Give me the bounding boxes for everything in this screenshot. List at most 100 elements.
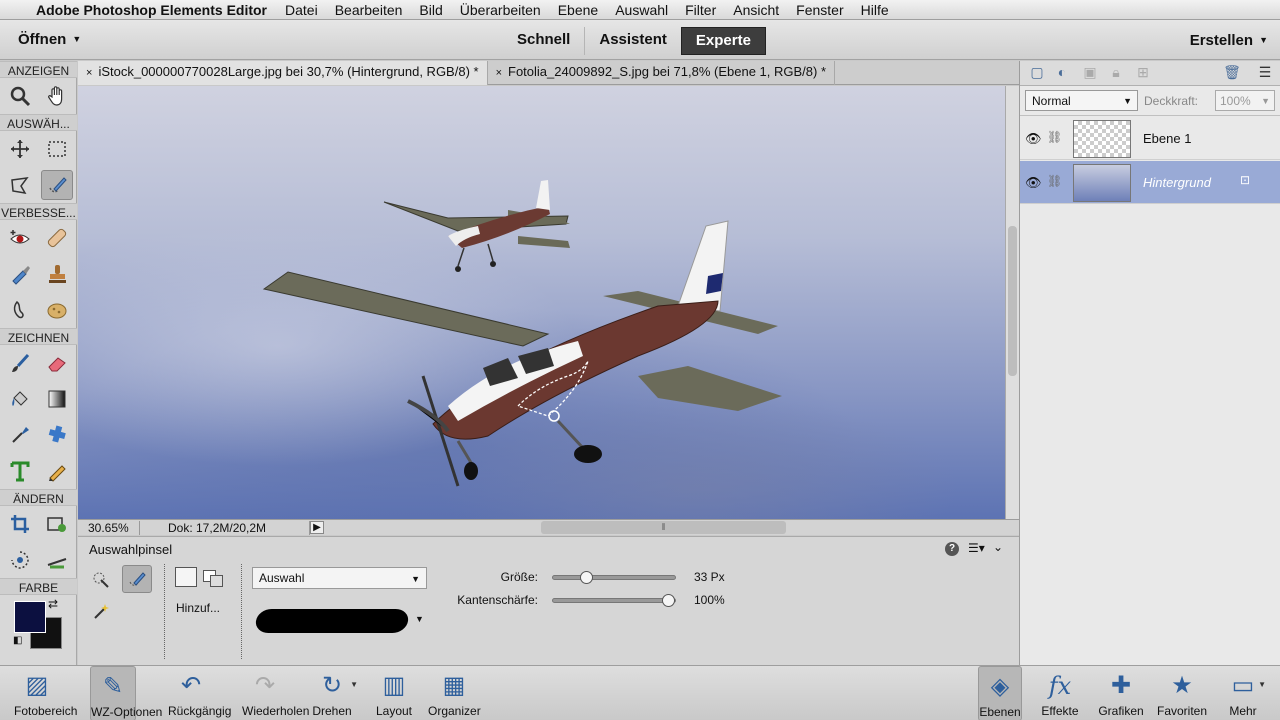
document-tab[interactable]: × iStock_000000770028Large.jpg bei 30,7% … (78, 61, 488, 85)
add-to-selection-mode-button[interactable] (203, 570, 225, 588)
brush-icon[interactable] (4, 348, 36, 378)
hardness-slider-knob[interactable] (662, 594, 675, 607)
scrollbar-thumb[interactable] (1008, 226, 1017, 376)
mode-experte[interactable]: Experte (680, 27, 766, 55)
move-icon[interactable] (4, 134, 36, 164)
menu-ansicht[interactable]: Ansicht (733, 2, 779, 18)
eye-icon[interactable]: 👁︎ (1025, 175, 1042, 191)
menu-datei[interactable]: Datei (285, 2, 318, 18)
tool-options-button[interactable]: ✎ WZ-Optionen (90, 666, 162, 720)
layer-name[interactable]: Ebene 1 (1143, 131, 1191, 146)
horizontal-scrollbar-thumb[interactable]: ⦀ (541, 521, 786, 534)
link-icon[interactable]: ⛓︎ (1047, 174, 1062, 188)
brush-preset-preview[interactable] (254, 609, 410, 633)
chevron-down-icon[interactable]: ▼ (415, 614, 424, 624)
size-slider-knob[interactable] (579, 571, 593, 584)
layers-panel-button[interactable]: ◈ Ebenen (978, 666, 1022, 720)
selection-brush-option-icon[interactable] (122, 565, 152, 593)
hardness-slider[interactable] (552, 594, 676, 607)
app-name-menu[interactable]: Adobe Photoshop Elements Editor (36, 2, 267, 18)
blur-icon[interactable] (4, 295, 36, 325)
layer-row[interactable]: 👁︎ ⛓︎ Ebene 1 (1020, 117, 1280, 160)
effects-button[interactable]: fx Effekte (1038, 666, 1082, 720)
size-slider[interactable] (552, 571, 676, 584)
zoom-icon[interactable] (4, 81, 36, 111)
blend-mode-select[interactable]: Normal ▼ (1025, 90, 1138, 111)
layer-name[interactable]: Hintergrund (1143, 175, 1211, 190)
close-icon[interactable]: × (496, 67, 502, 79)
straighten-icon[interactable] (41, 545, 73, 575)
menu-filter[interactable]: Filter (685, 2, 716, 18)
type-icon[interactable] (4, 456, 36, 486)
more-button[interactable]: ▭ Mehr ▼ (1226, 666, 1266, 720)
new-selection-mode-button[interactable] (175, 567, 197, 587)
lock-transparency-icon[interactable]: ⊞ (1134, 64, 1152, 82)
image-canvas[interactable] (78, 86, 1005, 519)
recompose-icon[interactable] (41, 509, 73, 539)
lasso-icon[interactable] (4, 170, 36, 200)
redo-button[interactable]: ↷ Wiederholen (242, 666, 309, 720)
swap-colors-icon[interactable]: ⇄ (48, 597, 58, 611)
undo-button[interactable]: ↶ Rückgängig (168, 666, 231, 720)
panel-menu-icon[interactable]: ☰ (1256, 64, 1274, 82)
mode-assistent[interactable]: Assistent (584, 27, 681, 55)
eyedropper-icon[interactable] (4, 420, 36, 450)
photo-bin-button[interactable]: ▨ Fotobereich (14, 666, 77, 720)
mode-schnell[interactable]: Schnell (503, 27, 584, 55)
menu-fenster[interactable]: Fenster (796, 2, 843, 18)
menu-bearbeiten[interactable]: Bearbeiten (335, 2, 403, 18)
paint-bucket-icon[interactable] (4, 384, 36, 414)
link-icon[interactable]: ⛓︎ (1047, 130, 1062, 144)
chevron-down-icon: ▼ (350, 680, 358, 689)
custom-shape-icon[interactable] (41, 420, 73, 450)
pencil-icon[interactable] (41, 456, 73, 486)
open-button[interactable]: Öffnen ▼ (18, 31, 81, 48)
help-icon[interactable]: ? (945, 542, 959, 556)
airplanes-photo (262, 180, 782, 487)
healing-brush-icon[interactable] (41, 223, 73, 253)
vertical-scrollbar[interactable] (1005, 86, 1019, 519)
layer-row[interactable]: 👁︎ ⛓︎ Hintergrund ⊡ (1020, 161, 1280, 204)
default-colors-icon[interactable]: ◧ (13, 635, 22, 646)
eraser-icon[interactable] (41, 348, 73, 378)
foreground-color-swatch[interactable] (14, 601, 46, 633)
magic-wand-icon[interactable] (86, 597, 116, 625)
red-eye-icon[interactable] (4, 223, 36, 253)
lock-all-icon[interactable]: 🔒︎ (1107, 64, 1125, 82)
content-aware-move-icon[interactable] (4, 545, 36, 575)
selection-brush-icon[interactable] (40, 170, 73, 200)
gradient-icon[interactable] (41, 384, 73, 414)
quick-selection-icon[interactable] (86, 566, 116, 594)
eye-icon[interactable]: 👁︎ (1025, 131, 1042, 147)
new-layer-icon[interactable]: ▢ (1028, 64, 1046, 82)
menu-auswahl[interactable]: Auswahl (615, 2, 668, 18)
zoom-level[interactable]: 30.65% (78, 520, 140, 535)
opacity-field[interactable]: 100% ▼ (1215, 90, 1275, 111)
crop-icon[interactable] (4, 509, 36, 539)
clone-stamp-icon[interactable] (41, 259, 73, 289)
graphics-button[interactable]: ✚ Grafiken (1096, 666, 1146, 720)
rotate-button[interactable]: ↻ Drehen ▼ (312, 666, 358, 720)
menu-hilfe[interactable]: Hilfe (861, 2, 889, 18)
smart-brush-icon[interactable] (4, 259, 36, 289)
layer-mask-icon[interactable]: ▣ (1081, 64, 1099, 82)
close-icon[interactable]: × (86, 67, 92, 79)
document-tab[interactable]: × Fotolia_24009892_S.jpg bei 71,8% (Ebene… (488, 61, 836, 85)
status-menu-arrow-icon[interactable]: ▶ (310, 521, 324, 534)
create-button[interactable]: Erstellen ▼ (1190, 32, 1268, 49)
trash-icon[interactable]: 🗑︎ (1223, 64, 1241, 82)
hand-icon[interactable] (41, 81, 73, 111)
brush-mode-select[interactable]: Auswahl ▼ (252, 567, 427, 589)
menu-ebene[interactable]: Ebene (558, 2, 598, 18)
favorites-button[interactable]: ★ Favoriten (1154, 666, 1210, 720)
marquee-icon[interactable] (41, 134, 73, 164)
panel-menu-icon[interactable]: ☰▾ (968, 541, 985, 555)
bottom-taskbar: ▨ Fotobereich ✎ WZ-Optionen ↶ Rückgängig ↷ W… (0, 665, 1280, 720)
collapse-chevron-icon[interactable]: ⌄ (993, 540, 1003, 554)
sponge-icon[interactable] (41, 295, 73, 325)
organizer-button[interactable]: ▦ Organizer (428, 666, 481, 720)
layout-button[interactable]: ▥ Layout (373, 666, 415, 720)
menu-bild[interactable]: Bild (419, 2, 442, 18)
adjustment-layer-icon[interactable]: ◐ (1053, 64, 1071, 82)
menu-ueberarbeiten[interactable]: Überarbeiten (460, 2, 541, 18)
